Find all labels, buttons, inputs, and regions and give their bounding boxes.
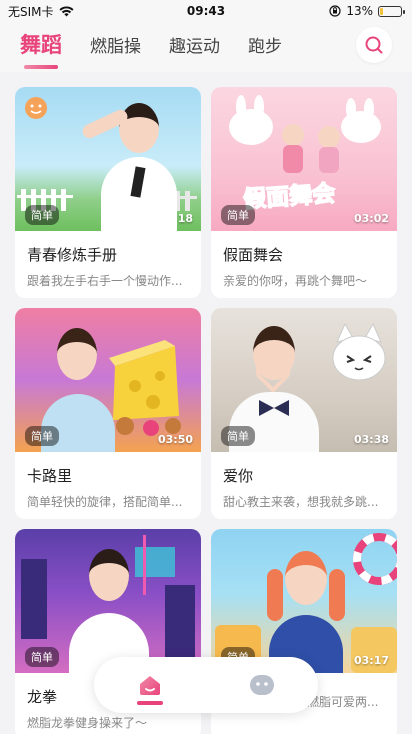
carrier-label: 无SIM卡 <box>8 4 54 19</box>
video-card[interactable]: 简单 03:50 卡路里 简单轻快的旋律，搭配简单... <box>15 308 201 519</box>
video-grid: 简单 18 青春修炼手册 跟着我左手右手一个慢动作... 假面舞会 简单 03:… <box>15 87 397 734</box>
status-left: 无SIM卡 <box>8 3 74 20</box>
video-title: 卡路里 <box>27 467 73 485</box>
category-tabs: 舞蹈 燃脂操 趣运动 跑步 <box>0 22 412 72</box>
video-thumbnail: 简单 03:50 <box>15 308 201 452</box>
search-button[interactable] <box>356 27 392 63</box>
search-icon <box>365 36 383 54</box>
video-card[interactable]: 假面舞会 简单 03:02 假面舞会 亲爱的你呀，再跳个舞吧～ <box>211 87 397 298</box>
tab-fun-sports[interactable]: 趣运动 <box>169 32 220 63</box>
video-duration: 03:02 <box>353 212 389 225</box>
hair-right <box>329 569 345 621</box>
difficulty-badge: 简单 <box>221 205 255 225</box>
tab-running[interactable]: 跑步 <box>248 32 282 63</box>
battery-percent: 13% <box>346 4 373 18</box>
tab-fat-burning[interactable]: 燃脂操 <box>90 32 141 63</box>
dancer-head <box>57 328 97 380</box>
video-description: 简单轻快的旋律，搭配简单... <box>27 495 183 509</box>
show-title-art: 假面舞会 <box>242 180 337 214</box>
face-icon <box>250 675 274 695</box>
video-title: 青春修炼手册 <box>27 246 118 264</box>
video-description: 跟着我左手右手一个慢动作... <box>27 274 183 288</box>
wifi-icon <box>59 5 74 16</box>
battery-fill <box>380 7 383 15</box>
difficulty-badge: 简单 <box>221 426 255 446</box>
video-title: 爱你 <box>223 467 254 485</box>
dancer-head <box>285 551 327 605</box>
heart-hands-icon <box>255 362 291 392</box>
battery-icon <box>378 5 405 17</box>
video-thumbnail: 假面舞会 简单 03:02 <box>211 87 397 231</box>
nav-active-indicator <box>137 701 163 705</box>
video-description: 亲爱的你呀，再跳个舞吧～ <box>223 274 368 288</box>
tab-dance[interactable]: 舞蹈 <box>20 29 62 69</box>
video-duration: 03:17 <box>353 654 389 667</box>
video-card[interactable]: 简单 18 青春修炼手册 跟着我左手右手一个慢动作... <box>15 87 201 298</box>
bottom-navigation <box>94 657 318 713</box>
video-thumbnail: 简单 18 <box>15 87 201 231</box>
difficulty-badge: 简单 <box>25 426 59 446</box>
sun-icon <box>25 97 47 119</box>
cat-mascot-art <box>332 322 386 381</box>
video-thumbnail: 简单 03:38 <box>211 308 397 452</box>
video-description: 甜心教主来袭，想我就多跳... <box>223 495 379 509</box>
video-card[interactable]: 简单 03:38 爱你 甜心教主来袭，想我就多跳... <box>211 308 397 519</box>
nav-home[interactable] <box>126 661 174 709</box>
video-thumbnail: 简单 <box>15 529 201 673</box>
home-icon <box>140 676 160 695</box>
status-bar: 无SIM卡 09:43 13% <box>0 0 412 22</box>
orientation-lock-icon <box>329 5 341 17</box>
video-duration: 03:50 <box>157 433 193 446</box>
hair-left <box>267 569 283 621</box>
difficulty-badge: 简单 <box>25 205 59 225</box>
dancer-head <box>89 549 129 601</box>
video-duration: 18 <box>177 212 193 225</box>
video-thumbnail: 简单 03:17 <box>211 529 397 673</box>
nav-profile[interactable] <box>238 661 286 709</box>
status-right: 13% <box>329 4 405 18</box>
video-title: 假面舞会 <box>223 246 284 264</box>
status-time: 09:43 <box>186 4 226 18</box>
video-duration: 03:38 <box>353 433 389 446</box>
difficulty-badge: 简单 <box>25 647 59 667</box>
